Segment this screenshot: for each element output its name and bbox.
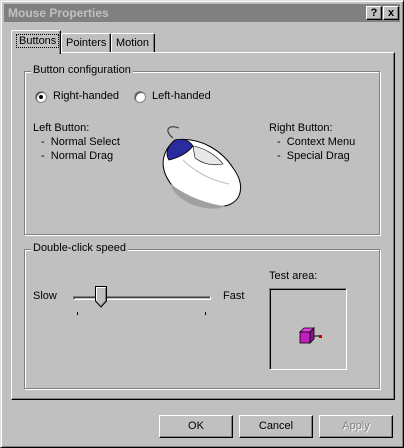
tab-pointers-label: Pointers (66, 37, 107, 49)
tab-buttons-label: Buttons (16, 34, 60, 48)
slider-thumb[interactable] (94, 286, 107, 308)
tab-motion[interactable]: Motion (111, 33, 155, 53)
mouse-properties-window: Mouse Properties ? x Buttons Pointers Mo… (0, 0, 404, 448)
title-bar[interactable]: Mouse Properties ? x (4, 4, 400, 22)
slow-label: Slow (33, 290, 57, 302)
right-handed-radio[interactable] (35, 91, 47, 103)
left-button-heading: Left Button: (33, 122, 90, 134)
right-button-item: - Special Drag (277, 150, 350, 162)
mouse-illustration-icon (162, 126, 241, 209)
right-button-heading: Right Button: (269, 122, 333, 134)
left-button-item: - Normal Drag (41, 150, 114, 162)
fast-label: Fast (223, 290, 245, 302)
apply-button[interactable]: Apply (319, 415, 393, 438)
left-handed-radio[interactable] (134, 91, 146, 103)
left-handed-label[interactable]: Left-handed (152, 90, 211, 102)
close-icon: x (387, 7, 395, 19)
button-configuration-title: Button configuration (31, 64, 133, 76)
tab-pointers[interactable]: Pointers (61, 33, 111, 53)
close-button[interactable]: x (383, 6, 399, 20)
tab-motion-label: Motion (116, 37, 150, 49)
test-area[interactable] (269, 288, 347, 370)
jack-in-the-box-icon (299, 327, 322, 344)
slider-tick (205, 312, 206, 315)
double-click-speed-group: Double-click speed Slow Fast Test area: (24, 242, 380, 389)
window-title: Mouse Properties (8, 6, 109, 20)
test-area-label: Test area: (269, 270, 318, 282)
tab-buttons[interactable]: Buttons (11, 30, 61, 54)
button-configuration-group: Button configuration Right-handed Left-h… (24, 64, 380, 235)
buttons-tab-panel: Button configuration Right-handed Left-h… (11, 52, 395, 400)
help-button[interactable]: ? (366, 6, 382, 20)
radio-selected-dot (39, 95, 43, 99)
double-click-speed-title: Double-click speed (31, 242, 128, 254)
ok-button[interactable]: OK (159, 415, 233, 438)
right-handed-label[interactable]: Right-handed (53, 90, 119, 102)
slider-tick (77, 312, 78, 315)
cancel-button[interactable]: Cancel (239, 415, 313, 438)
right-button-item: - Context Menu (277, 136, 356, 148)
left-button-item: - Normal Select (41, 136, 120, 148)
